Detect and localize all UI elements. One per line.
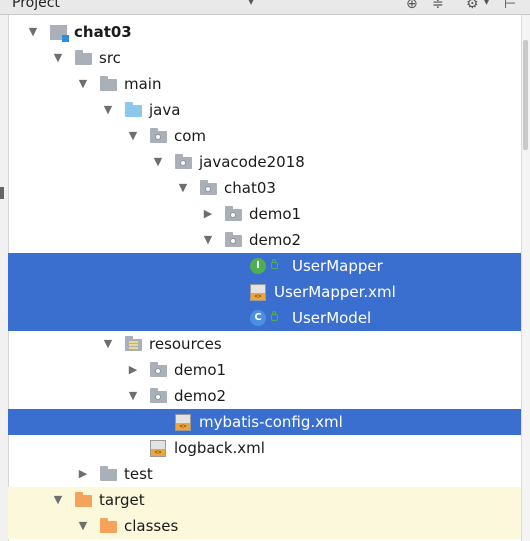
tree-node-label: demo2 <box>174 387 227 405</box>
collapse-arrow-icon[interactable]: ▶ <box>76 461 90 487</box>
expand-arrow-icon[interactable]: ▼ <box>76 513 90 539</box>
tree-node-usermapper[interactable]: I UserMapper <box>8 253 521 279</box>
lock-icon <box>271 311 278 321</box>
tree-node-demo1[interactable]: ▶ demo1 <box>8 357 521 383</box>
locate-icon[interactable]: ⊕ <box>406 0 418 12</box>
tree-node-classes[interactable]: ▼ classes <box>8 513 521 539</box>
tree-node-label: target <box>99 491 145 509</box>
tree-node-logback-xml[interactable]: logback.xml <box>8 435 521 461</box>
project-view-title[interactable]: Project <box>12 0 60 11</box>
tree-node-label: classes <box>124 517 179 535</box>
lock-icon <box>271 259 278 269</box>
expand-arrow-icon[interactable]: ▼ <box>126 123 140 149</box>
view-selector-caret-icon[interactable]: ▾ <box>248 0 254 8</box>
expand-arrow-icon[interactable]: ▼ <box>126 383 140 409</box>
tree-node-javacode2018[interactable]: ▼ javacode2018 <box>8 149 521 175</box>
package-icon <box>200 180 217 195</box>
expand-arrow-icon[interactable]: ▼ <box>201 227 215 253</box>
tree-node-main[interactable]: ▼ main <box>8 71 521 97</box>
collapse-arrow-icon[interactable]: ▶ <box>201 201 215 227</box>
source-folder-icon <box>125 102 142 117</box>
resources-folder-icon <box>125 336 142 351</box>
tree-node-label: demo2 <box>249 231 302 249</box>
class-icon: C <box>250 310 266 326</box>
package-icon <box>150 128 167 143</box>
gear-dropdown-icon[interactable]: ▾ <box>484 0 489 8</box>
left-strip-marker <box>0 187 4 199</box>
tree-node-label: mybatis-config.xml <box>199 413 343 431</box>
module-icon <box>50 25 69 42</box>
folder-icon <box>100 76 117 91</box>
expand-arrow-icon[interactable]: ▼ <box>76 71 90 97</box>
tree-node-label: java <box>149 101 181 119</box>
expand-arrow-icon[interactable]: ▼ <box>51 487 65 513</box>
xml-file-icon <box>250 284 266 301</box>
tree-node-demo2[interactable]: ▼ demo2 <box>8 227 521 253</box>
expand-arrow-icon[interactable]: ▼ <box>151 149 165 175</box>
tree-node-usermodel[interactable]: C UserModel <box>8 305 521 331</box>
collapse-all-icon[interactable]: ≑ <box>432 0 444 12</box>
project-toolbar: Project ▾ ⊕ ≑ ⚙ ▾ ⊢ <box>0 0 530 15</box>
tree-node-target[interactable]: ▼ target <box>8 487 521 513</box>
package-icon <box>225 232 242 247</box>
tree-node-label: demo1 <box>249 205 302 223</box>
tree-node-label: logback.xml <box>174 439 265 457</box>
tree-node-label: src <box>99 49 121 67</box>
tree-node-resources[interactable]: ▼ resources <box>8 331 521 357</box>
interface-icon: I <box>250 258 266 274</box>
package-icon <box>150 362 167 377</box>
folder-icon <box>100 466 117 481</box>
tree-node-label: resources <box>149 335 222 353</box>
xml-file-icon <box>175 414 191 431</box>
excluded-folder-icon <box>100 518 117 533</box>
expand-arrow-icon[interactable]: ▼ <box>26 19 40 45</box>
hide-icon[interactable]: ⊢ <box>504 0 516 12</box>
tree-node-chat03[interactable]: ▼ chat03 <box>8 175 521 201</box>
tree-node-label: UserMapper.xml <box>274 283 396 301</box>
tree-node-label: main <box>124 75 162 93</box>
folder-icon <box>75 50 92 65</box>
tree-node-label: demo1 <box>174 361 227 379</box>
tree-node-usermapper-xml[interactable]: UserMapper.xml <box>8 279 521 305</box>
tree-node-com[interactable]: ▼ com <box>8 123 521 149</box>
tree-node-demo1[interactable]: ▶ demo1 <box>8 201 521 227</box>
package-icon <box>225 206 242 221</box>
tree-node-label: UserMapper <box>292 257 383 275</box>
tree-node-src[interactable]: ▼ src <box>8 45 521 71</box>
tree-node-label: com <box>174 127 207 145</box>
collapse-arrow-icon[interactable]: ▶ <box>126 357 140 383</box>
expand-arrow-icon[interactable]: ▼ <box>101 97 115 123</box>
gear-icon[interactable]: ⚙ <box>466 0 479 12</box>
expand-arrow-icon[interactable]: ▼ <box>101 331 115 357</box>
tree-node-java[interactable]: ▼ java <box>8 97 521 123</box>
tree-node-demo2[interactable]: ▼ demo2 <box>8 383 521 409</box>
package-icon <box>175 154 192 169</box>
xml-file-icon <box>150 440 166 457</box>
tree-node-label: UserModel <box>292 309 372 327</box>
tree-node-mybatis-config-xml[interactable]: mybatis-config.xml <box>8 409 521 435</box>
tree-node-label: chat03 <box>74 23 132 41</box>
scrollbar-thumb[interactable] <box>523 40 528 150</box>
expand-arrow-icon[interactable]: ▼ <box>51 45 65 71</box>
excluded-folder-icon <box>75 492 92 507</box>
package-icon <box>150 388 167 403</box>
tree-node-label: test <box>124 465 153 483</box>
expand-arrow-icon[interactable]: ▼ <box>176 175 190 201</box>
tree-node-test[interactable]: ▶ test <box>8 461 521 487</box>
tree-node-label: chat03 <box>224 179 276 197</box>
tree-node-label: javacode2018 <box>199 153 305 171</box>
tree-node-chat03[interactable]: ▼ chat03 <box>8 19 521 45</box>
